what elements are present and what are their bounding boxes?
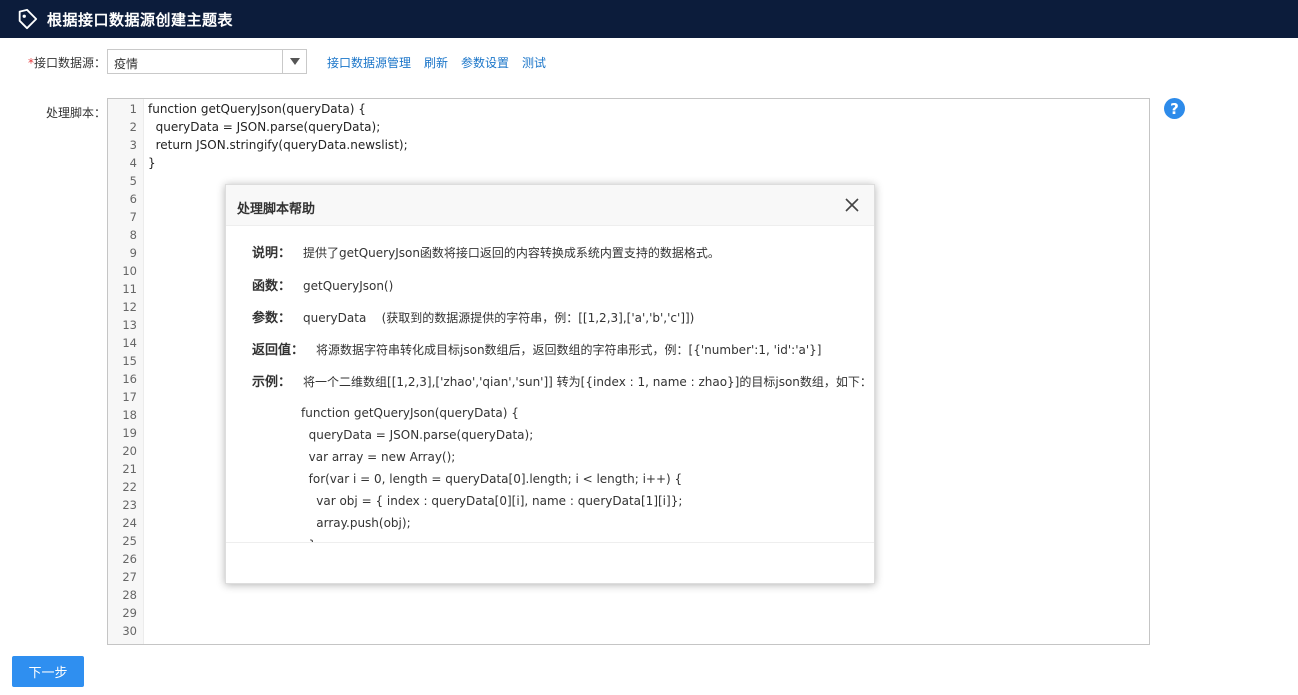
- refresh-link[interactable]: 刷新: [424, 54, 448, 71]
- datasource-row: *接口数据源： 疫情 接口数据源管理 刷新 参数设置 测试: [0, 48, 1298, 74]
- line-number: 18: [122, 408, 137, 422]
- line-number: 5: [129, 174, 137, 188]
- help-key: 参数：: [252, 311, 292, 326]
- line-number: 11: [122, 282, 137, 296]
- line-number: 8: [129, 228, 137, 242]
- example-code-line: queryData = JSON.parse(queryData);: [301, 428, 534, 442]
- datasource-manage-link[interactable]: 接口数据源管理: [327, 54, 411, 71]
- help-value: 将一个二维数组[[1,2,3],['zhao','qian','sun']] 转…: [303, 375, 872, 389]
- help-icon[interactable]: ?: [1164, 98, 1185, 119]
- dialog-footer: [226, 542, 874, 583]
- line-number: 7: [129, 210, 137, 224]
- line-number: 1: [129, 102, 137, 116]
- line-number: 26: [122, 552, 137, 566]
- example-code-line: var array = new Array();: [301, 450, 456, 464]
- datasource-label: *接口数据源：: [28, 54, 106, 71]
- example-code: function getQueryJson(queryData) { query…: [301, 402, 682, 542]
- help-dialog: 处理脚本帮助 说明： 提供了getQueryJson函数将接口返回的内容转换成系统…: [225, 184, 875, 584]
- line-number: 25: [122, 534, 137, 548]
- code-line: function getQueryJson(queryData) {: [148, 102, 366, 116]
- dialog-header: 处理脚本帮助: [226, 185, 874, 226]
- line-number: 19: [122, 426, 137, 440]
- line-number: 14: [122, 336, 137, 350]
- line-number-gutter: 1 2 3 4 5 6 7 8 9 10 11 12 13 14 15 16 17 18 19 20 21 22 23 24 2…: [108, 99, 144, 644]
- line-number: 17: [122, 390, 137, 404]
- help-key: 返回值：: [252, 343, 305, 358]
- code-line: queryData = JSON.parse(queryData);: [148, 120, 381, 134]
- test-link[interactable]: 测试: [522, 54, 546, 71]
- example-code-line: }: [301, 534, 682, 542]
- param-settings-link[interactable]: 参数设置: [461, 54, 509, 71]
- line-number: 22: [122, 480, 137, 494]
- script-label: 处理脚本：: [46, 106, 107, 120]
- example-code-line: for(var i = 0, length = queryData[0].len…: [301, 472, 683, 486]
- line-number: 30: [122, 624, 137, 638]
- line-number: 20: [122, 444, 137, 458]
- page-title: 根据接口数据源创建主题表: [47, 10, 234, 29]
- help-key: 函数：: [252, 279, 292, 294]
- dialog-body: 说明： 提供了getQueryJson函数将接口返回的内容转换成系统内置支持的数据…: [226, 226, 874, 542]
- code-line: }: [148, 156, 156, 170]
- line-number: 10: [122, 264, 137, 278]
- example-code-line: var obj = { index : queryData[0][i], nam…: [301, 494, 683, 508]
- line-number: 4: [129, 156, 137, 170]
- code-line: return JSON.stringify(queryData.newslist…: [148, 138, 408, 152]
- example-code-line: array.push(obj);: [301, 516, 411, 530]
- close-icon[interactable]: [844, 197, 860, 213]
- help-value: 将源数据字符串转化成目标json数组后，返回数组的字符串形式，例：[{'numb…: [316, 343, 822, 357]
- help-key: 说明：: [252, 246, 292, 261]
- help-value: getQueryJson(): [303, 279, 394, 293]
- line-number: 27: [122, 570, 137, 584]
- example-code-line: function getQueryJson(queryData) {: [301, 406, 519, 420]
- help-row-description: 说明： 提供了getQueryJson函数将接口返回的内容转换成系统内置支持的数据…: [252, 242, 720, 261]
- datasource-actions: 接口数据源管理 刷新 参数设置 测试: [327, 54, 546, 71]
- line-number: 29: [122, 606, 137, 620]
- tag-icon: [18, 8, 38, 30]
- caret-down-icon: [289, 58, 300, 65]
- line-number: 15: [122, 354, 137, 368]
- line-number: 6: [129, 192, 137, 206]
- dialog-title: 处理脚本帮助: [237, 202, 316, 217]
- line-number: 16: [122, 372, 137, 386]
- line-number: 23: [122, 498, 137, 512]
- help-row-function: 函数： getQueryJson(): [252, 275, 393, 294]
- datasource-label-text: 接口数据源：: [34, 56, 107, 70]
- help-row-return: 返回值： 将源数据字符串转化成目标json数组后，返回数组的字符串形式，例：[{'…: [252, 339, 821, 358]
- line-number: 9: [129, 246, 137, 260]
- dropdown-button[interactable]: [282, 50, 306, 73]
- line-number: 24: [122, 516, 137, 530]
- help-row-example: 示例： 将一个二维数组[[1,2,3],['zhao','qian','sun']…: [252, 371, 872, 390]
- help-value: queryData (获取到的数据源提供的字符串，例：[[1,2,3],['a'…: [303, 311, 695, 325]
- line-number: 12: [122, 300, 137, 314]
- line-number: 2: [129, 120, 137, 134]
- help-key: 示例：: [252, 375, 292, 390]
- next-step-button[interactable]: 下一步: [12, 656, 84, 687]
- help-row-params: 参数： queryData (获取到的数据源提供的字符串，例：[[1,2,3],[…: [252, 307, 694, 326]
- help-value: 提供了getQueryJson函数将接口返回的内容转换成系统内置支持的数据格式。: [303, 246, 720, 260]
- datasource-select-value: 疫情: [114, 57, 139, 71]
- line-number: 13: [122, 318, 137, 332]
- title-bar: 根据接口数据源创建主题表: [0, 0, 1298, 38]
- line-number: 28: [122, 588, 137, 602]
- line-number: 3: [129, 138, 137, 152]
- datasource-select[interactable]: 疫情: [107, 49, 307, 74]
- line-number: 21: [122, 462, 137, 476]
- code-content[interactable]: function getQueryJson(queryData) { query…: [148, 100, 408, 172]
